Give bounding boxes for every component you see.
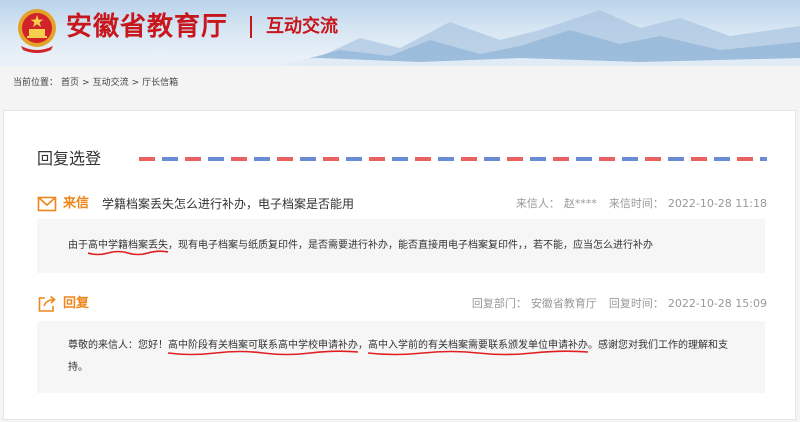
letter-time-label: 来信时间： bbox=[608, 197, 664, 210]
letter-subject: 学籍档案丢失怎么进行补办，电子档案是否能用 bbox=[102, 197, 355, 211]
letter-header: 来信 学籍档案丢失怎么进行补办，电子档案是否能用 来信人： 赵**** 来信时间： 2… bbox=[4, 195, 795, 215]
reply-label: 回复 bbox=[63, 296, 90, 311]
section-title[interactable]: 互动交流 bbox=[266, 15, 338, 39]
reply-dept-value: 安徽省教育厅 bbox=[530, 297, 597, 310]
reply-body: 尊敬的来信人：您好！高中阶段有关档案可联系高中学校申请补办 ，高中入学前的有关档案… bbox=[37, 321, 765, 393]
reply-share-icon bbox=[38, 295, 56, 312]
breadcrumb-interaction[interactable]: 互动交流 bbox=[93, 78, 129, 88]
reply-meta: 回复部门： 安徽省教育厅 回复时间： 2022-10-28 15:09 bbox=[472, 296, 767, 312]
national-emblem-icon bbox=[18, 9, 56, 53]
breadcrumb-home[interactable]: 首页 bbox=[61, 78, 79, 88]
reply-body-highlight-1: 高中阶段有关档案可联系高中学校申请补办 bbox=[168, 340, 358, 351]
breadcrumb-separator: > bbox=[82, 78, 90, 88]
red-underline-mark bbox=[88, 250, 168, 256]
site-header: 安徽省教育厅 互动交流 bbox=[0, 0, 800, 66]
reply-body-highlight-2: 高中入学前的有关档案需要联系颁发单位申请补办 bbox=[368, 340, 588, 351]
header-divider bbox=[250, 16, 252, 38]
breadcrumb-mailbox[interactable]: 厅长信箱 bbox=[142, 78, 178, 88]
letter-body-post: ，现有电子档案与纸质复印件，是否需要进行补办，能否直接用电子档案复印件，，若不能… bbox=[168, 240, 653, 251]
breadcrumb-separator: > bbox=[131, 78, 140, 88]
reply-dept-label: 回复部门： bbox=[471, 297, 527, 310]
site-title[interactable]: 安徽省教育厅 bbox=[66, 11, 228, 43]
reply-body-pre: 尊敬的来信人：您好！ bbox=[68, 340, 168, 351]
letter-body: 由于高中学籍档案丢失 ，现有电子档案与纸质复印件，是否需要进行补办，能否直接用电子… bbox=[37, 219, 765, 273]
sender-value: 赵**** bbox=[563, 197, 597, 210]
reply-time-label: 回复时间： bbox=[608, 297, 664, 310]
airmail-stripe-divider bbox=[139, 157, 767, 161]
letter-time-value: 2022-10-28 11:18 bbox=[667, 197, 767, 210]
reply-body-mid: ， bbox=[358, 340, 368, 351]
letter-body-pre: 由于 bbox=[68, 240, 88, 251]
letter-meta: 来信人： 赵**** 来信时间： 2022-10-28 11:18 bbox=[516, 196, 767, 212]
breadcrumb-prefix: 当前位置： bbox=[13, 78, 59, 88]
letter-card: 回复选登 来信 学籍档案丢失怎么进行补办，电子档案是否能用 来信人： 赵**** 来… bbox=[3, 110, 796, 420]
sender-label: 来信人： bbox=[515, 197, 560, 210]
card-title: 回复选登 bbox=[37, 149, 102, 168]
reply-header: 回复 回复部门： 安徽省教育厅 回复时间： 2022-10-28 15:09 bbox=[4, 295, 795, 315]
red-underline-mark bbox=[368, 350, 588, 356]
envelope-icon bbox=[37, 196, 57, 212]
breadcrumb: 当前位置： 首页 > 互动交流 > 厅长信箱 bbox=[13, 77, 181, 89]
letter-label: 来信 bbox=[63, 196, 90, 211]
reply-time-value: 2022-10-28 15:09 bbox=[667, 297, 767, 310]
red-underline-mark bbox=[168, 350, 358, 356]
letter-body-highlight: 高中学籍档案丢失 bbox=[88, 240, 168, 251]
